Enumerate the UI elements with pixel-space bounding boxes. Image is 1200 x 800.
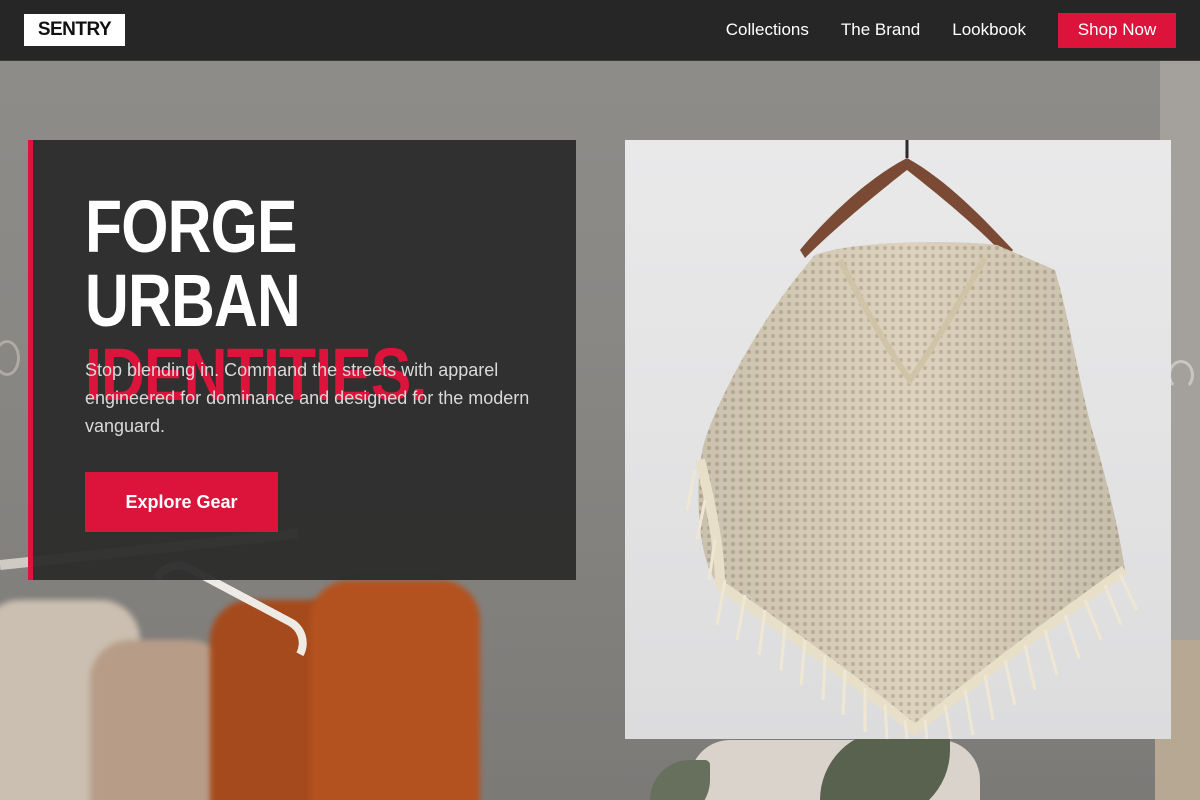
- nav-link-the-brand[interactable]: The Brand: [841, 20, 920, 40]
- headline-line-1: FORGE URBAN: [85, 185, 301, 342]
- nav-links: Collections The Brand Lookbook Shop Now: [726, 12, 1176, 48]
- hero-card: FORGE URBAN IDENTITIES. Stop blending in…: [28, 140, 576, 580]
- explore-gear-button[interactable]: Explore Gear: [85, 472, 278, 532]
- nav-link-lookbook[interactable]: Lookbook: [952, 20, 1026, 40]
- shop-now-button[interactable]: Shop Now: [1058, 12, 1176, 48]
- nav-link-collections[interactable]: Collections: [726, 20, 809, 40]
- brand-logo[interactable]: SENTRY: [24, 14, 125, 46]
- poncho-illustration: [685, 140, 1139, 739]
- hero-description: Stop blending in. Command the streets wi…: [85, 360, 530, 436]
- product-image: [625, 140, 1171, 739]
- navbar: SENTRY Collections The Brand Lookbook Sh…: [0, 0, 1200, 61]
